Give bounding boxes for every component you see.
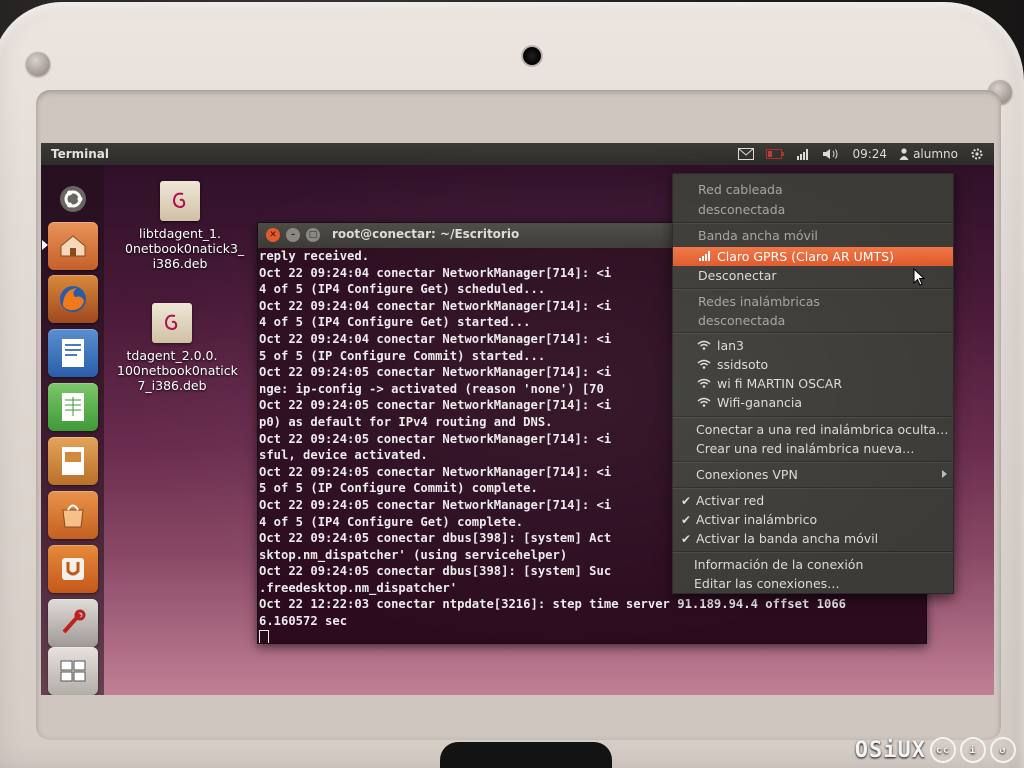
disconnect-item[interactable]: Desconectar: [673, 266, 953, 285]
user-icon: [899, 148, 909, 160]
connection-info-item[interactable]: Información de la conexión: [673, 555, 953, 574]
wireless-header: Redes inalámbricas: [698, 294, 820, 309]
wifi-network-item[interactable]: wi fi MARTIN OSCAR: [673, 374, 953, 393]
maximize-button[interactable]: □: [306, 228, 320, 242]
update-icon[interactable]: [48, 599, 98, 647]
laptop-bezel: Terminal 09:24 alumno libtdagent_1. 0net…: [0, 0, 1024, 768]
chevron-right-icon: [942, 470, 947, 478]
menu-separator: [673, 487, 953, 489]
debian-package-icon: [152, 303, 192, 343]
connect-hidden-network-item[interactable]: Conectar a una red inalámbrica oculta…: [673, 420, 953, 439]
software-center-icon[interactable]: [48, 491, 98, 539]
text-cursor: [259, 629, 269, 643]
menu-separator: [673, 332, 953, 334]
user-menu[interactable]: alumno: [899, 147, 958, 161]
calc-icon[interactable]: [48, 383, 98, 431]
enable-network-toggle[interactable]: ✔ Activar red: [673, 491, 953, 510]
mobile-signal-icon: [699, 251, 710, 261]
terminal-prompt-line[interactable]: [259, 629, 927, 643]
menu-separator: [673, 551, 953, 553]
volume-icon[interactable]: [822, 148, 840, 160]
check-icon: ✔: [681, 512, 692, 527]
menu-separator: [673, 222, 953, 224]
desktop-file-label: libtdagent_1. 0netbook0natick3_ i386.deb: [125, 226, 245, 271]
mobile-signal-icon[interactable]: [796, 148, 810, 160]
wifi-network-item[interactable]: Wifi-ganancia: [673, 393, 953, 412]
debian-package-icon: [160, 181, 200, 221]
battery-icon[interactable]: [766, 149, 785, 159]
vpn-connections-item[interactable]: Conexiones VPN: [673, 465, 953, 484]
gear-icon[interactable]: [970, 147, 984, 161]
enable-wireless-toggle[interactable]: ✔ Activar inalámbrico: [673, 510, 953, 529]
network-menu: Red cableada desconectada Banda ancha mó…: [672, 173, 954, 594]
launcher: [41, 165, 104, 695]
webcam: [523, 47, 541, 65]
bezel-screw: [26, 52, 50, 76]
sa-license-icon: ↺: [990, 737, 1016, 763]
mobile-header: Banda ancha móvil: [698, 228, 818, 243]
wifi-icon: [697, 397, 711, 407]
terminal-title: root@conectar: ~/Escritorio: [332, 227, 520, 241]
terminal-line: Oct 22 12:22:03 conectar ntpdate[3216]: …: [259, 597, 846, 612]
close-button[interactable]: ✕: [266, 228, 280, 242]
menu-separator: [673, 461, 953, 463]
ubuntu-one-icon[interactable]: [48, 545, 98, 593]
menu-separator: [673, 416, 953, 418]
wireless-status: desconectada: [698, 313, 786, 328]
impress-icon[interactable]: [48, 437, 98, 485]
edit-connections-item[interactable]: Editar las conexiones…: [673, 574, 953, 593]
wifi-icon: [697, 340, 711, 350]
user-name: alumno: [913, 147, 958, 161]
enable-mobile-toggle[interactable]: ✔ Activar la banda ancha móvil: [673, 529, 953, 548]
active-app-title: Terminal: [51, 147, 110, 161]
indicator-area: 09:24 alumno: [738, 143, 984, 165]
firefox-icon[interactable]: [48, 275, 98, 323]
watermark: OSiUX cc i ↺: [855, 737, 1016, 763]
create-network-item[interactable]: Crear una red inalámbrica nueva…: [673, 439, 953, 458]
mail-icon[interactable]: [738, 148, 755, 160]
desktop-file-label: tdagent_2.0.0. 100netbook0natick 7_i386.…: [117, 348, 238, 393]
screen: Terminal 09:24 alumno libtdagent_1. 0net…: [41, 143, 994, 695]
workspaces-icon[interactable]: [48, 647, 98, 695]
watermark-text: OSiUX: [854, 737, 926, 763]
ubuntu-logo-icon[interactable]: [48, 175, 98, 223]
desktop-file-icon[interactable]: tdagent_2.0.0. 100netbook0natick 7_i386.…: [117, 303, 238, 393]
wired-status: desconectada: [698, 202, 786, 217]
mouse-pointer-icon: [913, 268, 925, 286]
mobile-connection-item[interactable]: Claro GPRS (Claro AR UMTS): [673, 247, 953, 266]
wifi-icon: [697, 378, 711, 388]
check-icon: ✔: [681, 531, 692, 546]
menu-separator: [673, 288, 953, 290]
desktop-file-icon[interactable]: libtdagent_1. 0netbook0natick3_ i386.deb: [125, 181, 245, 271]
by-license-icon: i: [960, 737, 986, 763]
wifi-network-item[interactable]: lan3: [673, 336, 953, 355]
cc-license-icon: cc: [930, 737, 956, 763]
writer-icon[interactable]: [48, 329, 98, 377]
wifi-network-item[interactable]: ssidsoto: [673, 355, 953, 374]
home-folder-icon[interactable]: [48, 222, 98, 270]
check-icon: ✔: [681, 493, 692, 508]
clock[interactable]: 09:24: [852, 147, 887, 161]
terminal-line: 6.160572 sec: [259, 614, 348, 629]
wifi-icon: [697, 359, 711, 369]
top-panel: Terminal 09:24 alumno: [41, 143, 994, 165]
minimize-button[interactable]: –: [286, 228, 300, 242]
wired-header: Red cableada: [698, 182, 783, 197]
hinge: [440, 742, 612, 768]
